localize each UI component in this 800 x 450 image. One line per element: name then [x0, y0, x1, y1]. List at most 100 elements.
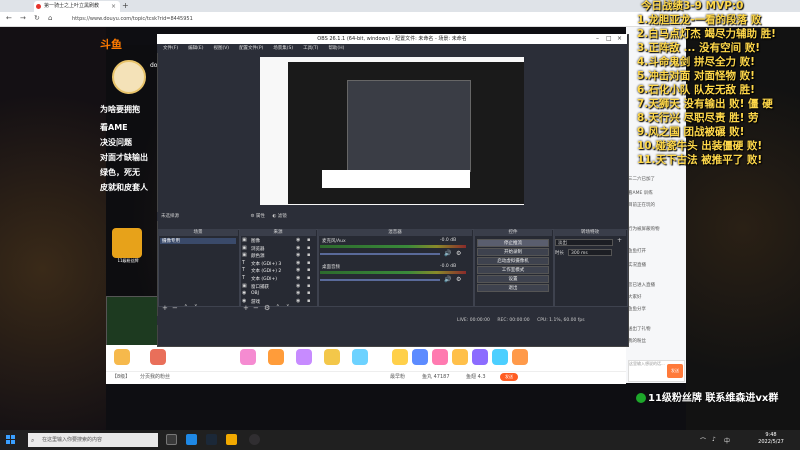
gift-icon-11[interactable]	[452, 349, 468, 365]
volume-slider[interactable]	[320, 253, 440, 255]
source-item[interactable]: 颜色源	[251, 253, 265, 259]
lock-icon[interactable]: ▪	[307, 283, 310, 289]
lock-icon[interactable]: ▪	[307, 245, 310, 251]
gift-icon-9[interactable]	[412, 349, 428, 365]
tab-close-icon[interactable]: ×	[111, 1, 116, 12]
edge-icon[interactable]	[186, 434, 197, 445]
gift-icon-4[interactable]	[268, 349, 284, 365]
menu-view[interactable]: 视图(V)	[213, 46, 229, 51]
url-input[interactable]: https://www.douyu.com/topic/tcsk?rid=844…	[72, 14, 622, 24]
back-icon[interactable]: ←	[6, 14, 12, 22]
gift-icon-13[interactable]	[492, 349, 508, 365]
gear-icon[interactable]: ⚙	[250, 214, 254, 219]
add-source-icon[interactable]: +	[243, 304, 249, 312]
obs-icon[interactable]	[249, 434, 260, 445]
new-tab-button[interactable]: +	[122, 0, 129, 12]
ime-icon[interactable]: 中	[724, 436, 730, 445]
menu-tools[interactable]: 工具(T)	[303, 46, 318, 51]
scene-item[interactable]: 摄像专用	[160, 238, 236, 244]
gift-icon-3[interactable]	[240, 349, 256, 365]
source-up-icon[interactable]: ˄	[276, 304, 280, 312]
reload-icon[interactable]: ↻	[34, 14, 40, 22]
network-icon[interactable]: ⌒	[700, 436, 706, 445]
start-virtual-camera-button[interactable]: 启动虚拟摄像机	[477, 257, 549, 265]
visibility-eye-icon[interactable]: ◉	[296, 298, 300, 304]
chat-send-button[interactable]: 发送	[667, 364, 683, 378]
add-transition-icon[interactable]: +	[617, 237, 622, 244]
speaker-icon[interactable]: 🔊	[444, 250, 451, 257]
menu-help[interactable]: 帮助(H)	[328, 46, 344, 51]
obs-maximize-icon[interactable]: □	[606, 34, 612, 44]
remove-source-icon[interactable]: −	[253, 304, 259, 312]
gift-icon-7[interactable]	[352, 349, 368, 365]
fan-badge-icon[interactable]	[112, 228, 142, 258]
steam-icon[interactable]	[206, 434, 217, 445]
visibility-eye-icon[interactable]: ◉	[296, 283, 300, 289]
source-item[interactable]: 文本 (GDI+) 3	[251, 261, 281, 267]
gift-icon-5[interactable]	[296, 349, 312, 365]
visibility-eye-icon[interactable]: ◉	[296, 275, 300, 281]
volume-slider[interactable]	[320, 279, 440, 281]
visibility-eye-icon[interactable]: ◉	[296, 267, 300, 273]
source-item[interactable]: 文本 (GDI+) 2	[251, 268, 281, 274]
speaker-icon[interactable]: 🔊	[444, 276, 451, 283]
duration-input[interactable]: 300 ms	[568, 249, 612, 256]
visibility-eye-icon[interactable]: ◉	[296, 260, 300, 266]
menu-file[interactable]: 文件(F)	[163, 46, 178, 51]
gift-icon-6[interactable]	[324, 349, 340, 365]
menu-scene-collection[interactable]: 场景集(S)	[273, 46, 293, 51]
studio-mode-button[interactable]: 工作室模式	[477, 266, 549, 274]
lock-icon[interactable]: ▪	[307, 237, 310, 243]
task-view-icon[interactable]	[166, 434, 177, 445]
send-button[interactable]: 发送	[500, 373, 518, 381]
taskbar-clock[interactable]: 9:48 2022/5/27	[748, 432, 794, 446]
menu-edit[interactable]: 编辑(E)	[188, 46, 203, 51]
source-item[interactable]: 窗口捕获	[251, 284, 269, 290]
source-settings-icon[interactable]: ⚙	[264, 304, 270, 312]
source-item[interactable]: 图像	[251, 238, 260, 244]
streamer-avatar[interactable]	[112, 60, 146, 94]
lock-icon[interactable]: ▪	[307, 298, 310, 304]
filter-icon[interactable]: ◐	[272, 214, 276, 219]
lock-icon[interactable]: ▪	[307, 267, 310, 273]
menu-profile[interactable]: 配置文件(P)	[239, 46, 263, 51]
visibility-eye-icon[interactable]: ◉	[296, 245, 300, 251]
lock-icon[interactable]: ▪	[307, 252, 310, 258]
gift-icon-1[interactable]	[114, 349, 130, 365]
exit-button[interactable]: 退出	[477, 284, 549, 292]
windows-start-icon[interactable]	[6, 435, 16, 445]
my-fans-link[interactable]: 分页我的粉丝	[140, 373, 170, 380]
transition-select[interactable]: 淡出	[555, 239, 613, 246]
obs-minimize-icon[interactable]: –	[596, 34, 599, 44]
remove-scene-icon[interactable]: −	[172, 304, 178, 312]
volume-icon[interactable]: ♪	[712, 436, 716, 443]
gift-icon-14[interactable]	[512, 349, 528, 365]
source-down-icon[interactable]: ˅	[286, 304, 290, 312]
lock-icon[interactable]: ▪	[307, 275, 310, 281]
taskbar-search-input[interactable]: 在这里输入你要搜索的内容	[28, 433, 158, 447]
visibility-eye-icon[interactable]: ◉	[296, 290, 300, 296]
gift-icon-2[interactable]	[150, 349, 166, 365]
source-item[interactable]: 文本 (GDI+)	[251, 276, 277, 282]
forward-icon[interactable]: →	[20, 14, 26, 22]
start-recording-button[interactable]: 开始录制	[477, 248, 549, 256]
scene-up-icon[interactable]: ˄	[184, 304, 188, 312]
lock-icon[interactable]: ▪	[307, 290, 310, 296]
obs-close-icon[interactable]: ×	[617, 34, 622, 44]
site-logo[interactable]: 斗鱼	[100, 36, 122, 52]
lock-icon[interactable]: ▪	[307, 260, 310, 266]
properties-button[interactable]: 属性	[256, 214, 265, 219]
settings-button[interactable]: 设置	[477, 275, 549, 283]
add-scene-icon[interactable]: +	[162, 304, 168, 312]
visibility-eye-icon[interactable]: ◉	[296, 252, 300, 258]
stop-streaming-button[interactable]: 停止推流	[477, 239, 549, 247]
source-item[interactable]: 浏览器	[251, 246, 265, 252]
gift-icon-10[interactable]	[432, 349, 448, 365]
source-item[interactable]: OBJ	[251, 291, 259, 296]
gift-icon-12[interactable]	[472, 349, 488, 365]
scene-down-icon[interactable]: ˅	[194, 304, 198, 312]
gift-icon-8[interactable]	[392, 349, 408, 365]
home-icon[interactable]: ⌂	[48, 14, 52, 22]
browser-tab[interactable]: 第一骑士之上叶立黑刷教 ×	[34, 1, 120, 12]
visibility-eye-icon[interactable]: ◉	[296, 237, 300, 243]
